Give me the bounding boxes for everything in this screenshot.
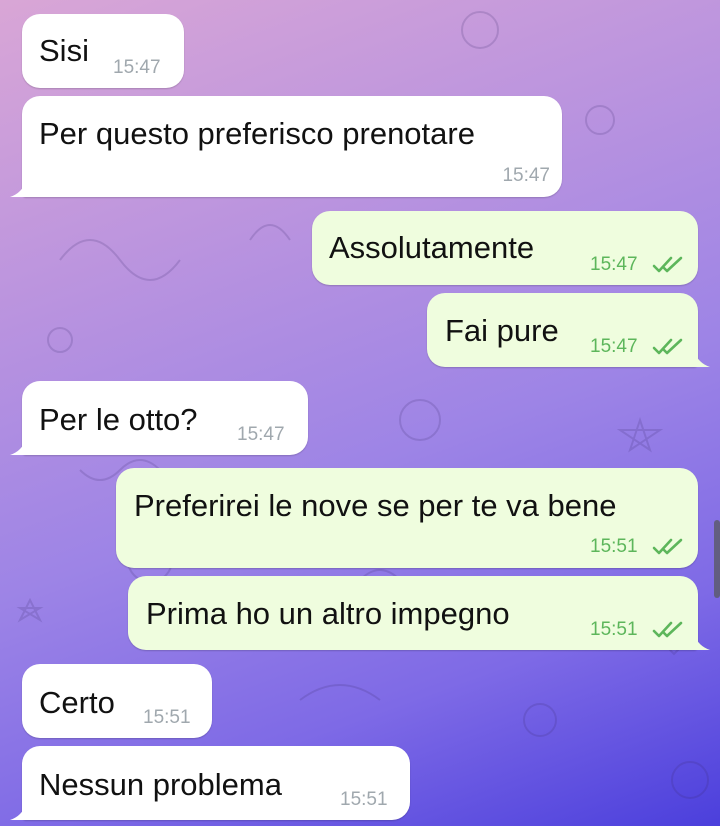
incoming-message[interactable]: Sisi 15:47 — [22, 14, 184, 88]
message-text: Preferirei le nove se per te va bene — [134, 488, 617, 523]
double-check-icon — [652, 256, 683, 273]
message-time: 15:51 — [340, 789, 388, 810]
message-text: Per questo preferisco prenotare — [39, 116, 475, 151]
message-time: 15:51 — [143, 707, 191, 728]
double-check-icon — [652, 538, 683, 555]
message-text: Certo — [39, 685, 115, 720]
incoming-message[interactable]: Certo 15:51 — [22, 664, 212, 738]
outgoing-message[interactable]: Fai pure 15:47 — [427, 293, 698, 367]
bubble-tail — [694, 634, 710, 650]
incoming-message[interactable]: Nessun problema 15:51 — [22, 746, 410, 820]
bubble-tail — [694, 351, 710, 367]
message-text: Sisi — [39, 33, 89, 68]
message-text: Nessun problema — [39, 767, 282, 802]
bubble-tail — [10, 804, 26, 820]
message-text: Prima ho un altro impegno — [146, 596, 510, 631]
message-time: 15:47 — [590, 254, 638, 275]
incoming-message[interactable]: Per questo preferisco prenotare 15:47 — [22, 96, 562, 197]
bubble-tail — [10, 439, 26, 455]
bubble-tail — [10, 181, 26, 197]
outgoing-message[interactable]: Prima ho un altro impegno 15:51 — [128, 576, 698, 650]
message-text: Per le otto? — [39, 402, 198, 437]
message-time: 15:51 — [590, 536, 638, 557]
message-time: 15:47 — [502, 165, 550, 186]
incoming-message[interactable]: Per le otto? 15:47 — [22, 381, 308, 455]
message-time: 15:47 — [237, 424, 285, 445]
message-text: Assolutamente — [329, 230, 535, 265]
chat-message-list[interactable]: Sisi 15:47 Per questo preferisco prenota… — [0, 0, 720, 826]
outgoing-message[interactable]: Preferirei le nove se per te va bene 15:… — [116, 468, 698, 568]
message-time: 15:47 — [113, 57, 161, 78]
scrollbar[interactable] — [714, 520, 720, 598]
message-text: Fai pure — [445, 313, 559, 348]
outgoing-message[interactable]: Assolutamente 15:47 — [312, 211, 698, 285]
double-check-icon — [652, 338, 683, 355]
message-time: 15:51 — [590, 619, 638, 640]
message-time: 15:47 — [590, 336, 638, 357]
double-check-icon — [652, 621, 683, 638]
